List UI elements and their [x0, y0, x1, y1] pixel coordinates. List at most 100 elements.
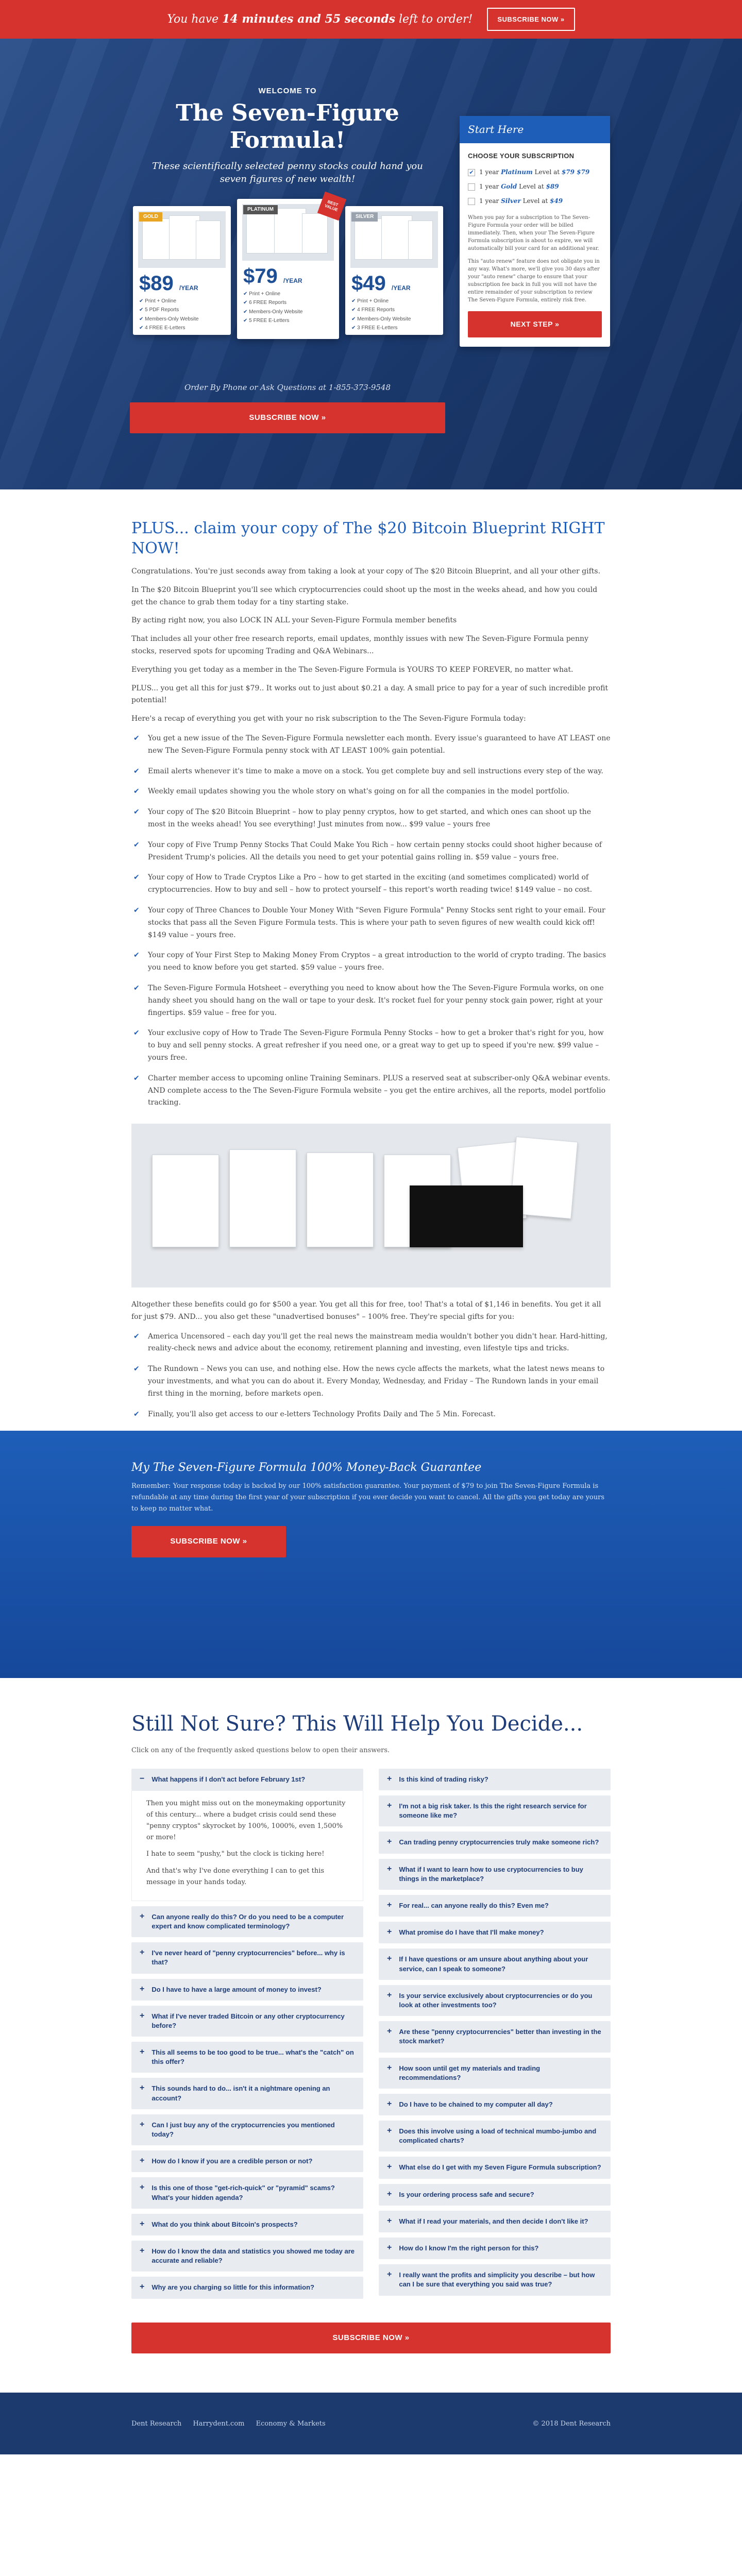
faq-question[interactable]: + Can trading penny cryptocurrencies trul…	[379, 1832, 611, 1854]
plus-icon: +	[387, 1901, 392, 1910]
list-item: You get a new issue of the The Seven-Fig…	[131, 733, 611, 757]
plan-feature: 4 FREE E-Letters	[139, 325, 185, 331]
plan-feature: 4 FREE Reports	[351, 307, 395, 313]
plan-feature: Members-Only Website	[139, 316, 198, 322]
faq-question[interactable]: + Is this kind of trading risky?	[379, 1768, 611, 1791]
product-bundle-image	[131, 1124, 611, 1288]
hero-subtitle: These scientifically selected penny stoc…	[152, 161, 423, 184]
benefits-heading: PLUS... claim your copy of The $20 Bitco…	[131, 519, 605, 557]
plus-icon: +	[387, 2099, 392, 2108]
faq-question[interactable]: + What else do I get with my Seven Figure…	[379, 2157, 611, 2179]
paragraph: Everything you get today as a member in …	[131, 665, 574, 674]
faq-question[interactable]: + This sounds hard to do... isn't it a ni…	[131, 2078, 363, 2109]
plus-icon: +	[140, 2183, 145, 2192]
list-item: Your copy of How to Trade Cryptos Like a…	[131, 872, 611, 896]
panel-header: Start Here	[460, 116, 610, 143]
faq-question[interactable]: + Why are you charging so little for this…	[131, 2277, 363, 2299]
guarantee-section: My The Seven-Figure Formula 100% Money-B…	[0, 1431, 742, 1679]
faq-question[interactable]: + I've never heard of "penny cryptocurren…	[131, 1942, 363, 1974]
plus-icon: +	[387, 1990, 392, 1999]
faq-question[interactable]: + What promise do I have that I'll make m…	[379, 1922, 611, 1944]
plus-icon: +	[387, 1801, 392, 1810]
faq-question[interactable]: + How do I know I'm the right person for …	[379, 2238, 611, 2260]
faq-question[interactable]: + For real... can anyone really do this? …	[379, 1895, 611, 1917]
footer-link[interactable]: Dent Research	[131, 2420, 181, 2428]
faq-question[interactable]: + How do I know if you are a credible per…	[131, 2150, 363, 2173]
faq-question[interactable]: + How soon until get my materials and tra…	[379, 2057, 611, 2089]
plus-icon: +	[140, 2047, 145, 2057]
plan-card-platinum[interactable]: PLATINUM BEST VALUE $79 /YEAR Print + On…	[237, 191, 347, 339]
plan-feature: 3 FREE E-Letters	[351, 325, 398, 331]
list-item: The Seven-Figure Formula Hotsheet – ever…	[131, 982, 611, 1019]
next-step-button[interactable]: Next Step »	[468, 311, 602, 337]
faq-question[interactable]: + What if I've never traded Bitcoin or an…	[131, 2005, 363, 2037]
plan-cards: GOLD $89 /YEAR Print + Online 5 PDF Repo…	[130, 191, 445, 369]
faq-question[interactable]: + What if I want to learn how to use cryp…	[379, 1858, 611, 1890]
faq-subscribe-button[interactable]: Subscribe Now »	[131, 2322, 611, 2354]
plan-feature: 5 PDF Reports	[139, 307, 179, 313]
hero: WELCOME TO The Seven-Figure Formula! The…	[0, 39, 742, 489]
guarantee-text: Remember: Your response today is backed …	[131, 1482, 604, 1513]
faq-question[interactable]: + Is this one of those "get-rich-quick" o…	[131, 2177, 363, 2209]
plus-icon: +	[140, 1984, 145, 1993]
faq-answer: Then you might miss out on the moneymaki…	[131, 1790, 363, 1901]
option-platinum[interactable]: ✔ 1 year Platinum Level at $79 $79	[468, 165, 602, 180]
faq-question[interactable]: + What if I read your materials, and then…	[379, 2210, 611, 2233]
footer-link[interactable]: Economy & Markets	[256, 2420, 326, 2428]
faq-question[interactable]: + How do I know the data and statistics y…	[131, 2240, 363, 2272]
panel-header-text: Start Here	[468, 123, 524, 135]
subscription-panel: Start Here CHOOSE YOUR SUBSCRIPTION ✔ 1 y…	[460, 116, 610, 347]
faq-question[interactable]: + This all seems to be too good to be tru…	[131, 2042, 363, 2073]
footer-link[interactable]: Harrydent.com	[193, 2420, 244, 2428]
checkbox-checked-icon[interactable]: ✔	[468, 169, 475, 177]
option-silver[interactable]: 1 year Silver Level at $49	[468, 194, 602, 209]
plan-price: $89 /YEAR	[139, 272, 198, 295]
faq-question[interactable]: + Do I have to have a large amount of mon…	[131, 1978, 363, 2001]
paragraph: In The $20 Bitcoin Blueprint you'll see …	[131, 585, 598, 606]
list-item: Charter member access to upcoming online…	[131, 1073, 611, 1109]
guarantee-heading: My The Seven-Figure Formula 100% Money-B…	[131, 1461, 482, 1475]
plan-feature: 6 FREE Reports	[243, 300, 286, 306]
list-item: Your copy of Five Trump Penny Stocks Tha…	[131, 839, 611, 864]
faq-question[interactable]: + I'm not a big risk taker. Is this the r…	[379, 1795, 611, 1827]
plus-icon: +	[387, 2063, 392, 2072]
faq-question[interactable]: + Can anyone really do this? Or do you ne…	[131, 1906, 363, 1938]
faq-question[interactable]: + Does this involve using a load of techn…	[379, 2121, 611, 2152]
plus-icon: +	[387, 2270, 392, 2279]
plus-icon: +	[387, 1837, 392, 1846]
faq-question[interactable]: + I really want the profits and simplicit…	[379, 2264, 611, 2296]
faq-question[interactable]: + Can I just buy any of the cryptocurrenc…	[131, 2114, 363, 2146]
faq-question[interactable]: + Do I have to be chained to my computer …	[379, 2093, 611, 2116]
plan-card-gold[interactable]: GOLD $89 /YEAR Print + Online 5 PDF Repo…	[133, 206, 231, 335]
guarantee-subscribe-button[interactable]: Subscribe Now »	[131, 1526, 286, 1557]
checkbox-icon[interactable]	[468, 183, 475, 191]
billing-note: When you pay for a subscription to The S…	[468, 214, 599, 251]
plan-feature: Print + Online	[243, 291, 280, 297]
faq-question[interactable]: + Are these "penny cryptocurrencies" bett…	[379, 2021, 611, 2053]
faq-question-open[interactable]: − What happens if I don't act before Febr…	[131, 1768, 363, 1791]
list-item: The Rundown – News you can use, and noth…	[131, 1363, 611, 1400]
plan-card-silver[interactable]: SILVER $49 /YEAR Print + Online 4 FREE R…	[345, 206, 443, 335]
plus-icon: +	[140, 2083, 145, 2093]
faq-question[interactable]: + What do you think about Bitcoin's prosp…	[131, 2213, 363, 2235]
option-gold[interactable]: 1 year Gold Level at $89	[468, 180, 602, 194]
hero-title: The Seven-Figure Formula!	[176, 99, 399, 154]
faq-question[interactable]: + Is your service exclusively about crypt…	[379, 1985, 611, 2016]
hero-subscribe-button[interactable]: Subscribe Now »	[130, 402, 445, 434]
faq-heading: Still Not Sure? This Will Help You Decid…	[131, 1712, 583, 1736]
plus-icon: +	[387, 1774, 392, 1783]
list-item: America Uncensored – each day you'll get…	[131, 1331, 611, 1355]
plus-icon: +	[140, 2156, 145, 2165]
copyright: © 2018 Dent Research	[532, 2419, 611, 2428]
faq-question[interactable]: + Is your ordering process safe and secur…	[379, 2183, 611, 2206]
plan-feature: Print + Online	[351, 298, 389, 304]
faq-question[interactable]: + If I have questions or am unsure about …	[379, 1948, 611, 1980]
list-item: Weekly email updates showing you the who…	[131, 786, 611, 798]
topbar-subscribe-button[interactable]: Subscribe Now »	[487, 7, 575, 31]
list-item: Your copy of Your First Step to Making M…	[131, 950, 611, 974]
panel-heading: CHOOSE YOUR SUBSCRIPTION	[468, 152, 575, 160]
countdown-text: You have 14 minutes and 55 seconds left …	[167, 12, 473, 26]
plus-icon: +	[387, 2243, 392, 2252]
bonus-list: America Uncensored – each day you'll get…	[131, 1331, 611, 1421]
checkbox-icon[interactable]	[468, 197, 475, 205]
